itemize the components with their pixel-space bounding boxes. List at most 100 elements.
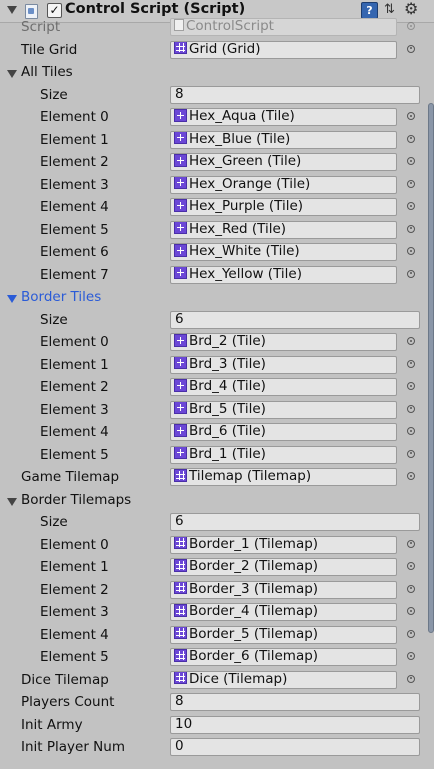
all-tiles-element-2-value: Hex_Green (Tile): [189, 153, 302, 169]
grid-icon: [174, 626, 187, 639]
border-tiles-element-4-field[interactable]: Brd_6 (Tile): [170, 423, 397, 441]
component-title: Control Script (Script): [65, 1, 246, 17]
object-picker-icon[interactable]: [407, 202, 415, 210]
all-tiles-element-1-value: Hex_Blue (Tile): [189, 130, 291, 147]
all-tiles-element-0-field[interactable]: Hex_Aqua (Tile): [170, 108, 397, 126]
border-tiles-element-4-label: Element 4: [40, 424, 109, 440]
all-tiles-element-7-field[interactable]: Hex_Yellow (Tile): [170, 265, 397, 284]
object-picker-icon[interactable]: [407, 269, 415, 278]
border-tiles-row: Border Tiles: [0, 287, 430, 309]
all-tiles-label[interactable]: All Tiles: [21, 64, 73, 80]
object-picker-icon[interactable]: [407, 134, 415, 143]
border-tilemaps-element-0-field[interactable]: Border_1 (Tilemap): [170, 535, 397, 554]
grid-icon: [174, 581, 187, 594]
border-tilemaps-element-4-value: Border_5 (Tilemap): [189, 625, 319, 642]
object-picker-icon[interactable]: [407, 44, 415, 53]
border-tilemaps-element-0-label: Element 0: [40, 536, 109, 553]
all-tiles-element-3-label: Element 3: [40, 176, 109, 193]
grid-icon: [174, 649, 187, 662]
object-picker-icon[interactable]: [407, 337, 415, 345]
init-player-num-field[interactable]: 0: [170, 738, 420, 756]
object-picker-icon[interactable]: [407, 652, 415, 660]
object-picker-icon[interactable]: [407, 179, 415, 188]
object-picker-icon[interactable]: [407, 562, 415, 570]
border-tiles-element-0-label: Element 0: [40, 334, 109, 350]
all-tiles-element-2-field[interactable]: Hex_Green (Tile): [170, 153, 397, 171]
object-picker-icon[interactable]: [407, 112, 415, 120]
object-picker-icon[interactable]: [407, 629, 415, 638]
all-tiles-element-4-value: Hex_Purple (Tile): [189, 198, 304, 214]
all-tiles-element-6-label: Element 6: [40, 244, 109, 260]
object-picker-icon[interactable]: [407, 584, 415, 593]
tile-grid-field[interactable]: Grid (Grid): [170, 40, 397, 59]
dice-tilemap-row: Dice Tilemap Dice (Tilemap): [0, 670, 430, 692]
border-tilemaps-element-1-field[interactable]: Border_2 (Tilemap): [170, 558, 397, 576]
dice-tilemap-field[interactable]: Dice (Tilemap): [170, 670, 397, 689]
all-tiles-element-1-field[interactable]: Hex_Blue (Tile): [170, 130, 397, 149]
object-picker-icon[interactable]: [407, 224, 415, 233]
all-tiles-element-3-field[interactable]: Hex_Orange (Tile): [170, 175, 397, 194]
border-tiles-element-2-field[interactable]: Brd_4 (Tile): [170, 378, 397, 396]
all-tiles-size-value: 8: [175, 85, 184, 102]
object-picker-icon: [407, 22, 415, 30]
all-tiles-element-6-field[interactable]: Hex_White (Tile): [170, 243, 397, 261]
border-tilemaps-element-1-value: Border_2 (Tilemap): [189, 558, 319, 574]
all-tiles-element-5-field[interactable]: Hex_Red (Tile): [170, 220, 397, 239]
object-picker-icon[interactable]: [407, 247, 415, 255]
all-tiles-element-3-row: Element 3 Hex_Orange (Tile): [0, 175, 430, 197]
foldout-arrow-icon[interactable]: [7, 295, 17, 303]
tile-icon: [174, 401, 187, 414]
border-tiles-element-5-field[interactable]: Brd_1 (Tile): [170, 445, 397, 464]
border-tiles-element-3-field[interactable]: Brd_5 (Tile): [170, 400, 397, 419]
tile-icon: [174, 131, 187, 144]
object-picker-icon[interactable]: [407, 472, 415, 480]
object-picker-icon[interactable]: [407, 382, 415, 390]
border-tilemaps-element-3-field[interactable]: Border_4 (Tilemap): [170, 603, 397, 621]
border-tilemaps-element-2-field[interactable]: Border_3 (Tilemap): [170, 580, 397, 599]
object-picker-icon[interactable]: [407, 539, 415, 548]
border-tilemaps-element-4-row: Element 4 Border_5 (Tilemap): [0, 625, 430, 647]
scrollbar[interactable]: [428, 103, 434, 633]
init-army-field[interactable]: 10: [170, 715, 420, 734]
border-tilemaps-element-2-row: Element 2 Border_3 (Tilemap): [0, 580, 430, 602]
game-tilemap-field[interactable]: Tilemap (Tilemap): [170, 468, 397, 486]
script-value: ControlScript: [186, 18, 274, 34]
border-tiles-element-3-label: Element 3: [40, 401, 109, 418]
border-tilemaps-size-field[interactable]: 6: [170, 513, 420, 531]
border-tiles-element-0-field[interactable]: Brd_2 (Tile): [170, 333, 397, 351]
init-army-row: Init Army 10: [0, 715, 430, 737]
all-tiles-element-1-row: Element 1 Hex_Blue (Tile): [0, 130, 430, 152]
border-tilemaps-element-2-value: Border_3 (Tilemap): [189, 580, 319, 597]
border-tilemaps-label[interactable]: Border Tilemaps: [21, 492, 131, 508]
border-tiles-element-5-label: Element 5: [40, 446, 109, 463]
tile-grid-value: Grid (Grid): [189, 40, 261, 57]
border-tilemaps-element-3-row: Element 3 Border_4 (Tilemap): [0, 602, 430, 624]
preset-icon[interactable]: ⇅: [384, 3, 395, 17]
border-tilemaps-size-label: Size: [40, 514, 68, 530]
enabled-checkbox[interactable]: ✓: [47, 3, 62, 18]
players-count-label: Players Count: [21, 694, 115, 710]
object-picker-icon[interactable]: [407, 359, 415, 368]
all-tiles-element-7-row: Element 7 Hex_Yellow (Tile): [0, 265, 430, 287]
all-tiles-size-field[interactable]: 8: [170, 85, 420, 104]
object-picker-icon[interactable]: [407, 427, 415, 435]
object-picker-icon[interactable]: [407, 674, 415, 683]
all-tiles-row: All Tiles: [0, 62, 430, 84]
foldout-arrow-icon[interactable]: [7, 497, 17, 506]
foldout-arrow-icon[interactable]: [7, 70, 17, 78]
all-tiles-element-4-field[interactable]: Hex_Purple (Tile): [170, 198, 397, 216]
border-tiles-label[interactable]: Border Tiles: [21, 289, 101, 305]
foldout-arrow-icon[interactable]: [7, 6, 17, 14]
all-tiles-element-4-row: Element 4 Hex_Purple (Tile): [0, 197, 430, 219]
border-tiles-size-field[interactable]: 6: [170, 310, 420, 329]
gear-icon[interactable]: ⚙: [404, 0, 418, 18]
border-tiles-element-1-field[interactable]: Brd_3 (Tile): [170, 355, 397, 374]
object-picker-icon[interactable]: [407, 449, 415, 458]
object-picker-icon[interactable]: [407, 607, 415, 615]
border-tilemaps-element-4-field[interactable]: Border_5 (Tilemap): [170, 625, 397, 644]
players-count-field[interactable]: 8: [170, 693, 420, 711]
object-picker-icon[interactable]: [407, 404, 415, 413]
border-tilemaps-element-3-label: Element 3: [40, 604, 109, 620]
object-picker-icon[interactable]: [407, 157, 415, 165]
border-tilemaps-element-5-field[interactable]: Border_6 (Tilemap): [170, 648, 397, 666]
